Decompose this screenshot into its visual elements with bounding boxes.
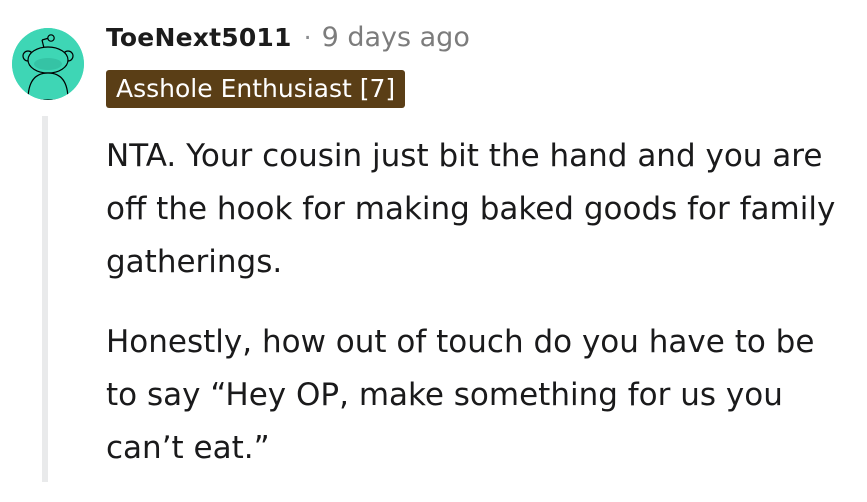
- username-link[interactable]: ToeNext5011: [106, 23, 292, 52]
- meta-separator: ·: [303, 22, 312, 52]
- comment-paragraph: NTA. Your cousin just bit the hand and y…: [106, 138, 836, 280]
- comment-timestamp[interactable]: 9 days ago: [322, 22, 470, 53]
- user-flair: Asshole Enthusiast [7]: [106, 70, 406, 108]
- comment-meta: ToeNext5011 · 9 days ago: [106, 20, 470, 54]
- comment-paragraph: Honestly, how out of touch do you have t…: [106, 324, 815, 466]
- reddit-snoo-avatar-icon: [12, 28, 84, 100]
- comment: ToeNext5011 · 9 days ago Asshole Enthusi…: [0, 0, 867, 482]
- comment-body: NTA. Your cousin just bit the hand and y…: [106, 130, 846, 502]
- thread-collapse-line[interactable]: [42, 116, 48, 482]
- user-avatar[interactable]: [12, 28, 84, 100]
